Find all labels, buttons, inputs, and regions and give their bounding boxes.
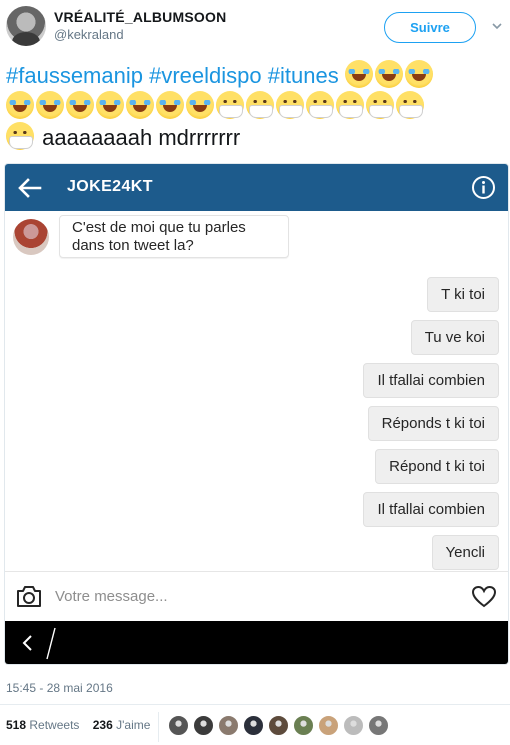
- liker-avatar[interactable]: [218, 715, 239, 736]
- display-name[interactable]: VRÉALITÉ_ALBUMSOON: [54, 9, 226, 25]
- likes-count[interactable]: 236: [93, 718, 113, 732]
- tweet-stats: 518 Retweets 236 J'aime: [6, 718, 150, 732]
- incoming-bubble: C'est de moi que tu parles dans ton twee…: [59, 215, 289, 258]
- outgoing-bubble: Il tfallai combien: [363, 363, 499, 398]
- mask-emoji-icon: [396, 91, 424, 119]
- tears-of-joy-emoji-icon: [96, 91, 124, 119]
- android-nav-bar: [5, 621, 508, 664]
- embedded-screenshot[interactable]: JOKE24KT C'est de moi que tu parles dans…: [4, 163, 509, 665]
- liker-avatar[interactable]: [268, 715, 289, 736]
- outgoing-bubble: Tu ve koi: [410, 320, 499, 355]
- divider-slash: [46, 627, 56, 660]
- liker-avatar[interactable]: [318, 715, 339, 736]
- heart-icon[interactable]: [471, 585, 497, 608]
- mask-emoji-icon: [336, 91, 364, 119]
- chevron-down-icon[interactable]: [491, 20, 503, 32]
- hashtag-link[interactable]: #vreeldispo: [149, 63, 262, 88]
- tears-of-joy-emoji-icon: [156, 91, 184, 119]
- hashtag-link[interactable]: #itunes: [268, 63, 339, 88]
- mask-emoji-icon: [216, 91, 244, 119]
- tears-of-joy-emoji-icon: [404, 60, 433, 88]
- outgoing-bubble: T ki toi: [427, 277, 499, 312]
- tweet-timestamp[interactable]: 15:45 - 28 mai 2016: [6, 681, 113, 695]
- message-composer: [5, 571, 508, 619]
- tears-of-joy-emoji-icon: [374, 60, 403, 88]
- tears-of-joy-emoji-icon: [36, 91, 64, 119]
- info-icon[interactable]: [471, 175, 496, 200]
- dm-title: JOKE24KT: [67, 178, 153, 195]
- tweet-text-tail: aaaaaaaah mdrrrrrrr: [42, 125, 241, 150]
- outgoing-bubble: Yencli: [431, 535, 499, 570]
- tears-of-joy-emoji-icon: [6, 91, 34, 119]
- avatar[interactable]: [6, 6, 46, 46]
- mask-emoji-icon: [366, 91, 394, 119]
- stats-divider: [158, 712, 159, 742]
- retweets-label[interactable]: Retweets: [29, 718, 79, 732]
- liker-avatar[interactable]: [243, 715, 264, 736]
- arrow-left-icon[interactable]: [17, 175, 43, 201]
- liker-avatar[interactable]: [368, 715, 389, 736]
- sender-avatar[interactable]: [13, 219, 49, 255]
- user-handle[interactable]: @kekraland: [54, 27, 124, 42]
- liker-avatar[interactable]: [343, 715, 364, 736]
- liker-avatar[interactable]: [193, 715, 214, 736]
- outgoing-bubble: Répond t ki toi: [375, 449, 499, 484]
- follow-button[interactable]: Suivre: [384, 12, 476, 43]
- tears-of-joy-emoji-icon: [186, 91, 214, 119]
- outgoing-bubble: Il tfallai combien: [363, 492, 499, 527]
- hashtag-link[interactable]: #faussemanip: [6, 63, 143, 88]
- tears-of-joy-emoji-icon: [126, 91, 154, 119]
- message-input[interactable]: [55, 585, 435, 607]
- mask-emoji-icon: [276, 91, 304, 119]
- camera-icon[interactable]: [15, 583, 43, 609]
- divider: [0, 704, 510, 705]
- tweet-header: VRÉALITÉ_ALBUMSOON @kekraland Suivre: [0, 0, 510, 58]
- liker-avatar[interactable]: [293, 715, 314, 736]
- likes-label[interactable]: J'aime: [116, 718, 150, 732]
- mask-emoji-icon: [6, 122, 34, 150]
- tweet-text: #faussemanip #vreeldispo #itunes aaaaaaa…: [6, 60, 506, 153]
- retweets-count[interactable]: 518: [6, 718, 26, 732]
- tears-of-joy-emoji-icon: [344, 60, 373, 88]
- mask-emoji-icon: [246, 91, 274, 119]
- liker-avatar[interactable]: [168, 715, 189, 736]
- outgoing-bubble: Réponds t ki toi: [367, 406, 499, 441]
- dm-header-bar: JOKE24KT: [5, 164, 508, 211]
- mask-emoji-icon: [306, 91, 334, 119]
- tears-of-joy-emoji-icon: [66, 91, 94, 119]
- chevron-left-icon[interactable]: [21, 634, 35, 652]
